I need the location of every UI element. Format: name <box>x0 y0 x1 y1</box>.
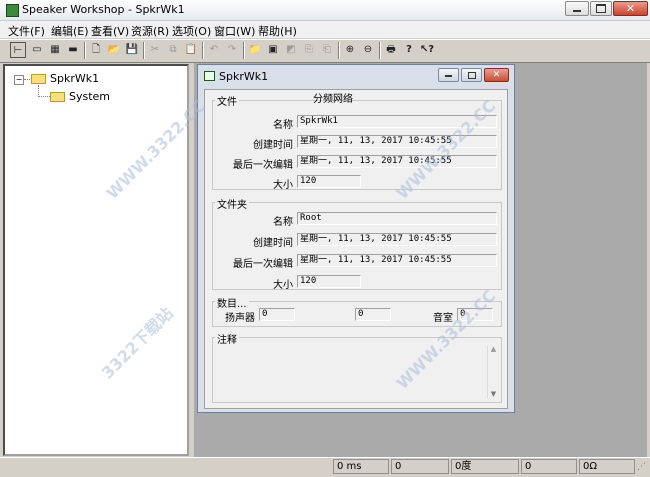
folder-created-field: 星期一, 11, 13, 2017 10:45:55 <box>297 233 497 246</box>
notes-group-label: 注释 <box>215 331 239 346</box>
child-minimize-button[interactable] <box>438 68 459 82</box>
file-name-field: SpkrWk1 <box>297 115 497 128</box>
help-icon[interactable]: ? <box>401 42 417 58</box>
notes-textarea[interactable] <box>216 345 498 399</box>
file-created-field: 星期一, 11, 13, 2017 10:45:55 <box>297 135 497 148</box>
menu-bar: 文件(F) 编辑(E) 查看(V) 资源(R) 选项(O) 窗口(W) 帮助(H… <box>0 21 650 39</box>
folder-icon <box>50 92 65 102</box>
list-icon[interactable]: ▭ <box>29 42 45 58</box>
scroll-up-icon[interactable]: ▲ <box>488 345 499 354</box>
minimize-icon <box>573 10 581 12</box>
menu-view[interactable]: 查看(V) <box>91 23 129 39</box>
menu-resource[interactable]: 资源(R) <box>131 23 169 39</box>
status-ms: 0 ms <box>333 459 389 474</box>
folder-edited-field: 星期一, 11, 13, 2017 10:45:55 <box>297 254 497 267</box>
folder-name-field: Root <box>297 212 497 225</box>
open-folder-icon[interactable]: 📁 <box>247 42 263 58</box>
child-window: SpkrWk1 ✕ 文件 名称 SpkrWk1 创建时间 星期一, 11, 13… <box>197 64 515 413</box>
menu-options[interactable]: 选项(O) <box>172 23 211 39</box>
status-degree: 0度 <box>451 459 519 474</box>
scroll-down-icon[interactable]: ▼ <box>488 390 499 399</box>
file-edited-field: 星期一, 11, 13, 2017 10:45:55 <box>297 155 497 168</box>
room-count-field: 0 <box>457 308 493 321</box>
restore-icon <box>467 72 476 79</box>
status-value: 0 <box>391 459 449 474</box>
document-icon <box>204 71 215 81</box>
child-window-title: SpkrWk1 <box>219 70 269 83</box>
paste-icon[interactable]: 📋 <box>183 42 199 58</box>
folder-size-label: 大小 <box>273 280 293 291</box>
window-title: Speaker Workshop - SpkrWk1 <box>22 3 185 16</box>
zoom-in-icon[interactable]: ⊕ <box>342 42 358 58</box>
close-icon: ✕ <box>492 70 501 80</box>
tree-item-root[interactable]: SpkrWk1 <box>50 72 99 85</box>
print-icon[interactable]: 🖶 <box>383 42 399 58</box>
maximize-icon <box>596 4 606 13</box>
properties-panel: 文件 名称 SpkrWk1 创建时间 星期一, 11, 13, 2017 10:… <box>204 89 508 409</box>
tree-item-system[interactable]: System <box>69 90 110 103</box>
file-name-label: 名称 <box>273 120 293 131</box>
file-group-label: 文件 <box>215 93 239 108</box>
status-ohm: 0Ω <box>579 459 635 474</box>
menu-window[interactable]: 窗口(W) <box>214 23 255 39</box>
resize-grip-icon[interactable]: ⋰ <box>637 462 646 472</box>
toolbar: ⊢ ▭ ▦ ▬ 🗋 📂 💾 ✂ ⧉ 📋 ↶ ↷ 📁 ▣ ◩ ⎘ ⎗ ⊕ ⊖ 🖶 … <box>0 39 650 63</box>
folder-created-label: 创建时间 <box>253 238 293 249</box>
status-value-2: 0 <box>521 459 577 474</box>
copy-icon[interactable]: ⧉ <box>165 42 181 58</box>
menu-help[interactable]: 帮助(H) <box>258 23 297 39</box>
notes-scrollbar[interactable]: ▲ ▼ <box>487 345 499 399</box>
file-created-label: 创建时间 <box>253 140 293 151</box>
window-titlebar: Speaker Workshop - SpkrWk1 ✕ <box>0 0 650 21</box>
crossover-count-label: 分频网络 <box>313 94 353 105</box>
minimize-button[interactable] <box>565 1 589 16</box>
new-icon[interactable]: 🗋 <box>88 42 104 58</box>
room-count-label: 音室 <box>433 313 453 324</box>
speaker-count-label: 扬声器 <box>225 313 255 324</box>
zoom-out-icon[interactable]: ⊖ <box>360 42 376 58</box>
app-icon <box>6 4 19 17</box>
folder-icon <box>31 74 46 84</box>
child-restore-button[interactable] <box>461 68 482 82</box>
tree-icon[interactable]: ⊢ <box>10 42 26 58</box>
file-size-field: 120 <box>297 175 361 188</box>
menu-edit[interactable]: 编辑(E) <box>51 23 89 39</box>
speaker-count-field: 0 <box>259 308 295 321</box>
folder-group-label: 文件夹 <box>215 196 249 211</box>
import-icon[interactable]: ⎗ <box>319 42 335 58</box>
count-group-label: 数目... <box>215 295 249 310</box>
crossover-count-field: 0 <box>355 308 391 321</box>
child-close-button[interactable]: ✕ <box>484 68 509 82</box>
close-button[interactable]: ✕ <box>613 1 648 16</box>
export-icon[interactable]: ⎘ <box>301 42 317 58</box>
folder-size-field: 120 <box>297 275 361 288</box>
file-edited-label: 最后一次编辑 <box>233 160 293 171</box>
grid-icon[interactable]: ▦ <box>47 42 63 58</box>
minimize-icon <box>445 75 452 77</box>
tree-collapse-icon[interactable]: − <box>14 75 24 85</box>
close-icon: ✕ <box>625 2 636 15</box>
window-icon[interactable]: ▣ <box>265 42 281 58</box>
save-icon[interactable]: 💾 <box>124 42 140 58</box>
folder-name-label: 名称 <box>273 217 293 228</box>
chart-icon[interactable]: ◩ <box>283 42 299 58</box>
file-size-label: 大小 <box>273 180 293 191</box>
status-bar: 0 ms 0 0度 0 0Ω ⋰ <box>0 457 650 477</box>
folder-edited-label: 最后一次编辑 <box>233 259 293 270</box>
menu-file[interactable]: 文件(F) <box>8 23 45 39</box>
maximize-button[interactable] <box>590 1 612 16</box>
details-icon[interactable]: ▬ <box>65 42 81 58</box>
redo-icon[interactable]: ↷ <box>224 42 240 58</box>
cut-icon[interactable]: ✂ <box>147 42 163 58</box>
context-help-icon[interactable]: ↖? <box>419 42 435 58</box>
undo-icon[interactable]: ↶ <box>206 42 222 58</box>
tree-view[interactable]: − SpkrWk1 System <box>3 64 189 456</box>
open-icon[interactable]: 📂 <box>106 42 122 58</box>
